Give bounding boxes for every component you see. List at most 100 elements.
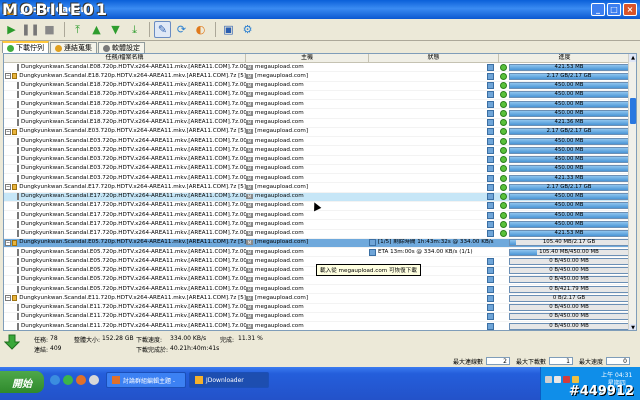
progress-bar: 0 B/450.00 MB (509, 276, 629, 284)
file-row[interactable]: Dungkyunkwan.Scandal.E03.720p.HDTV.x264-… (4, 137, 630, 147)
scrollbar-thumb[interactable] (630, 98, 636, 124)
vertical-scrollbar[interactable]: ▲ ▼ (628, 54, 636, 330)
messenger-icon[interactable] (63, 375, 73, 385)
hoster-icon: M (246, 120, 253, 126)
cell-progress: 450.00 MB (499, 165, 630, 173)
file-row[interactable]: Dungkyunkwan.Scandal.E18.720p.HDTV.x264-… (4, 109, 630, 119)
clipboard-icon[interactable]: ✎ (154, 21, 171, 38)
cell-name: Dungkyunkwan.Scandal.E17.720p.HDTV.x264-… (4, 230, 246, 238)
minimize-button[interactable]: _ (591, 3, 605, 16)
file-row[interactable]: Dungkyunkwan.Scandal.E18.720p.HDTV.x264-… (4, 82, 630, 91)
update-icon[interactable]: ◐ (192, 21, 209, 38)
move-bottom-icon[interactable]: ⤓ (126, 21, 143, 38)
package-row[interactable]: − Dungkyunkwan.Scandal.E17.720p.HDTV.x264… (4, 183, 630, 193)
cell-progress: 2.17 GB/2.17 GB (499, 72, 630, 80)
link-icon (55, 44, 62, 52)
max-downloads-spinner[interactable]: 1 (548, 357, 573, 365)
shield-icon[interactable] (563, 376, 570, 383)
ie-icon[interactable] (50, 375, 60, 385)
reconnect-icon[interactable]: ⟳ (173, 21, 190, 38)
file-icon (17, 230, 19, 238)
package-row[interactable]: − Dungkyunkwan.Scandal.E03.720p.HDTV.x264… (4, 127, 630, 137)
play-icon[interactable]: ▶ (3, 21, 20, 38)
network-icon[interactable] (545, 376, 552, 383)
cell-status (369, 100, 499, 108)
column-header-progress[interactable]: 進度 (499, 54, 630, 62)
move-top-icon[interactable]: ⤒ (69, 21, 86, 38)
premium-icon[interactable]: ▣ (220, 21, 237, 38)
file-row[interactable]: Dungkyunkwan.Scandal.E03.720p.HDTV.x264-… (4, 174, 630, 184)
tab-link-grabber[interactable]: 連結蒐集 (50, 42, 97, 53)
taskbar-item-jdownloader[interactable]: JDownloader (189, 372, 269, 388)
cell-status (369, 82, 499, 90)
max-speed-spinner[interactable]: 0 (606, 357, 630, 365)
file-row[interactable]: Dungkyunkwan.Scandal.E18.720p.HDTV.x264-… (4, 91, 630, 100)
hoster-icon: M (246, 194, 253, 200)
file-row[interactable]: Dungkyunkwan.Scandal.E17.720p.HDTV.x264-… (4, 220, 630, 230)
file-name: Dungkyunkwan.Scandal.E18.720p.HDTV.x264-… (19, 72, 246, 79)
file-row[interactable]: Dungkyunkwan.Scandal.E05.720p.HDTV.x264-… (4, 285, 630, 295)
start-button[interactable]: 開始 (0, 371, 44, 393)
file-row[interactable]: Dungkyunkwan.Scandal.E08.720p.HDTV.x264-… (4, 63, 630, 73)
file-row[interactable]: Dungkyunkwan.Scandal.E18.720p.HDTV.x264-… (4, 100, 630, 110)
progress-label: 0 B/450.00 MB (549, 257, 589, 264)
collapse-toggle-icon[interactable]: − (5, 295, 11, 302)
close-button[interactable]: × (623, 3, 637, 16)
taskbar-item-forum[interactable]: 討論群組編輯主題 - (106, 372, 186, 388)
collapse-toggle-icon[interactable]: − (5, 184, 11, 191)
stop-icon[interactable]: ■ (41, 21, 58, 38)
volume-icon[interactable] (554, 376, 561, 383)
progress-bar: 0 B/450.00 MB (509, 322, 629, 330)
file-row[interactable]: Dungkyunkwan.Scandal.E05.720p.HDTV.x264-… (4, 248, 630, 258)
scroll-up-icon[interactable]: ▲ (629, 54, 636, 62)
ime-icon[interactable] (572, 376, 579, 383)
file-name: Dungkyunkwan.Scandal.E17.720p.HDTV.x264-… (21, 211, 246, 218)
file-row[interactable]: Dungkyunkwan.Scandal.E18.720p.HDTV.x264-… (4, 119, 630, 128)
file-name: Dungkyunkwan.Scandal.E11.720p.HDTV.x264-… (21, 322, 246, 329)
move-down-icon[interactable]: ▼ (107, 21, 124, 38)
host-name: megaupload.com (255, 91, 304, 98)
column-header-status[interactable]: 狀態 (369, 54, 499, 62)
package-row[interactable]: − Dungkyunkwan.Scandal.E18.720p.HDTV.x264… (4, 72, 630, 82)
file-row[interactable]: Dungkyunkwan.Scandal.E17.720p.HDTV.x264-… (4, 230, 630, 239)
move-up-icon[interactable]: ▲ (88, 21, 105, 38)
column-header-name[interactable]: 任務/檔案名稱 (4, 54, 246, 62)
hoster-icon: M (246, 101, 253, 107)
file-row[interactable]: Dungkyunkwan.Scandal.E05.720p.HDTV.x264-… (4, 276, 630, 285)
maximize-button[interactable]: □ (607, 3, 621, 16)
collapse-toggle-icon[interactable]: − (5, 128, 11, 135)
cell-progress: 421.53 MB (499, 230, 630, 238)
file-icon (17, 202, 19, 210)
cell-name: Dungkyunkwan.Scandal.E18.720p.HDTV.x264-… (4, 100, 246, 108)
host-name: [megaupload.com] (255, 183, 309, 190)
media-icon[interactable] (89, 375, 99, 385)
cell-name: Dungkyunkwan.Scandal.E17.720p.HDTV.x264-… (4, 220, 246, 228)
file-row[interactable]: Dungkyunkwan.Scandal.E03.720p.HDTV.x264-… (4, 156, 630, 165)
column-header-host[interactable]: 主機 (246, 54, 369, 62)
finished-icon (500, 165, 507, 173)
file-row[interactable]: Dungkyunkwan.Scandal.E11.720p.HDTV.x264-… (4, 322, 630, 330)
cell-progress: 450.00 MB (499, 211, 630, 219)
file-row[interactable]: Dungkyunkwan.Scandal.E03.720p.HDTV.x264-… (4, 146, 630, 156)
firefox-icon[interactable] (76, 375, 86, 385)
package-row[interactable]: − Dungkyunkwan.Scandal.E11.720p.HDTV.x264… (4, 294, 630, 304)
hoster-tooltip: 載入從 megaupload.com 可恢復下載 (316, 264, 421, 276)
package-row[interactable]: − Dungkyunkwan.Scandal.E05.720p.HDTV.x264… (4, 238, 630, 248)
pause-icon[interactable]: ❚❚ (21, 21, 39, 38)
collapse-toggle-icon[interactable]: − (5, 73, 11, 80)
cell-name: − Dungkyunkwan.Scandal.E03.720p.HDTV.x264… (4, 128, 246, 136)
scroll-down-icon[interactable]: ▼ (629, 324, 636, 330)
file-row[interactable]: Dungkyunkwan.Scandal.E17.720p.HDTV.x264-… (4, 211, 630, 221)
settings-icon[interactable]: ⚙ (239, 21, 256, 38)
file-row[interactable]: Dungkyunkwan.Scandal.E03.720p.HDTV.x264-… (4, 165, 630, 174)
progress-label: 0 B/450.00 MB (549, 276, 589, 283)
file-row[interactable]: Dungkyunkwan.Scandal.E11.720p.HDTV.x264-… (4, 304, 630, 313)
tab-settings[interactable]: 軟體設定 (98, 42, 145, 53)
progress-label: 450.00 MB (554, 165, 584, 172)
cell-host: Mmegaupload.com (246, 146, 369, 154)
cell-host: Mmegaupload.com (246, 100, 369, 108)
collapse-toggle-icon[interactable]: − (5, 239, 11, 246)
tab-download-queue[interactable]: 下載佇列 (2, 41, 49, 53)
file-row[interactable]: Dungkyunkwan.Scandal.E11.720p.HDTV.x264-… (4, 313, 630, 322)
max-connections-spinner[interactable]: 2 (485, 357, 510, 365)
